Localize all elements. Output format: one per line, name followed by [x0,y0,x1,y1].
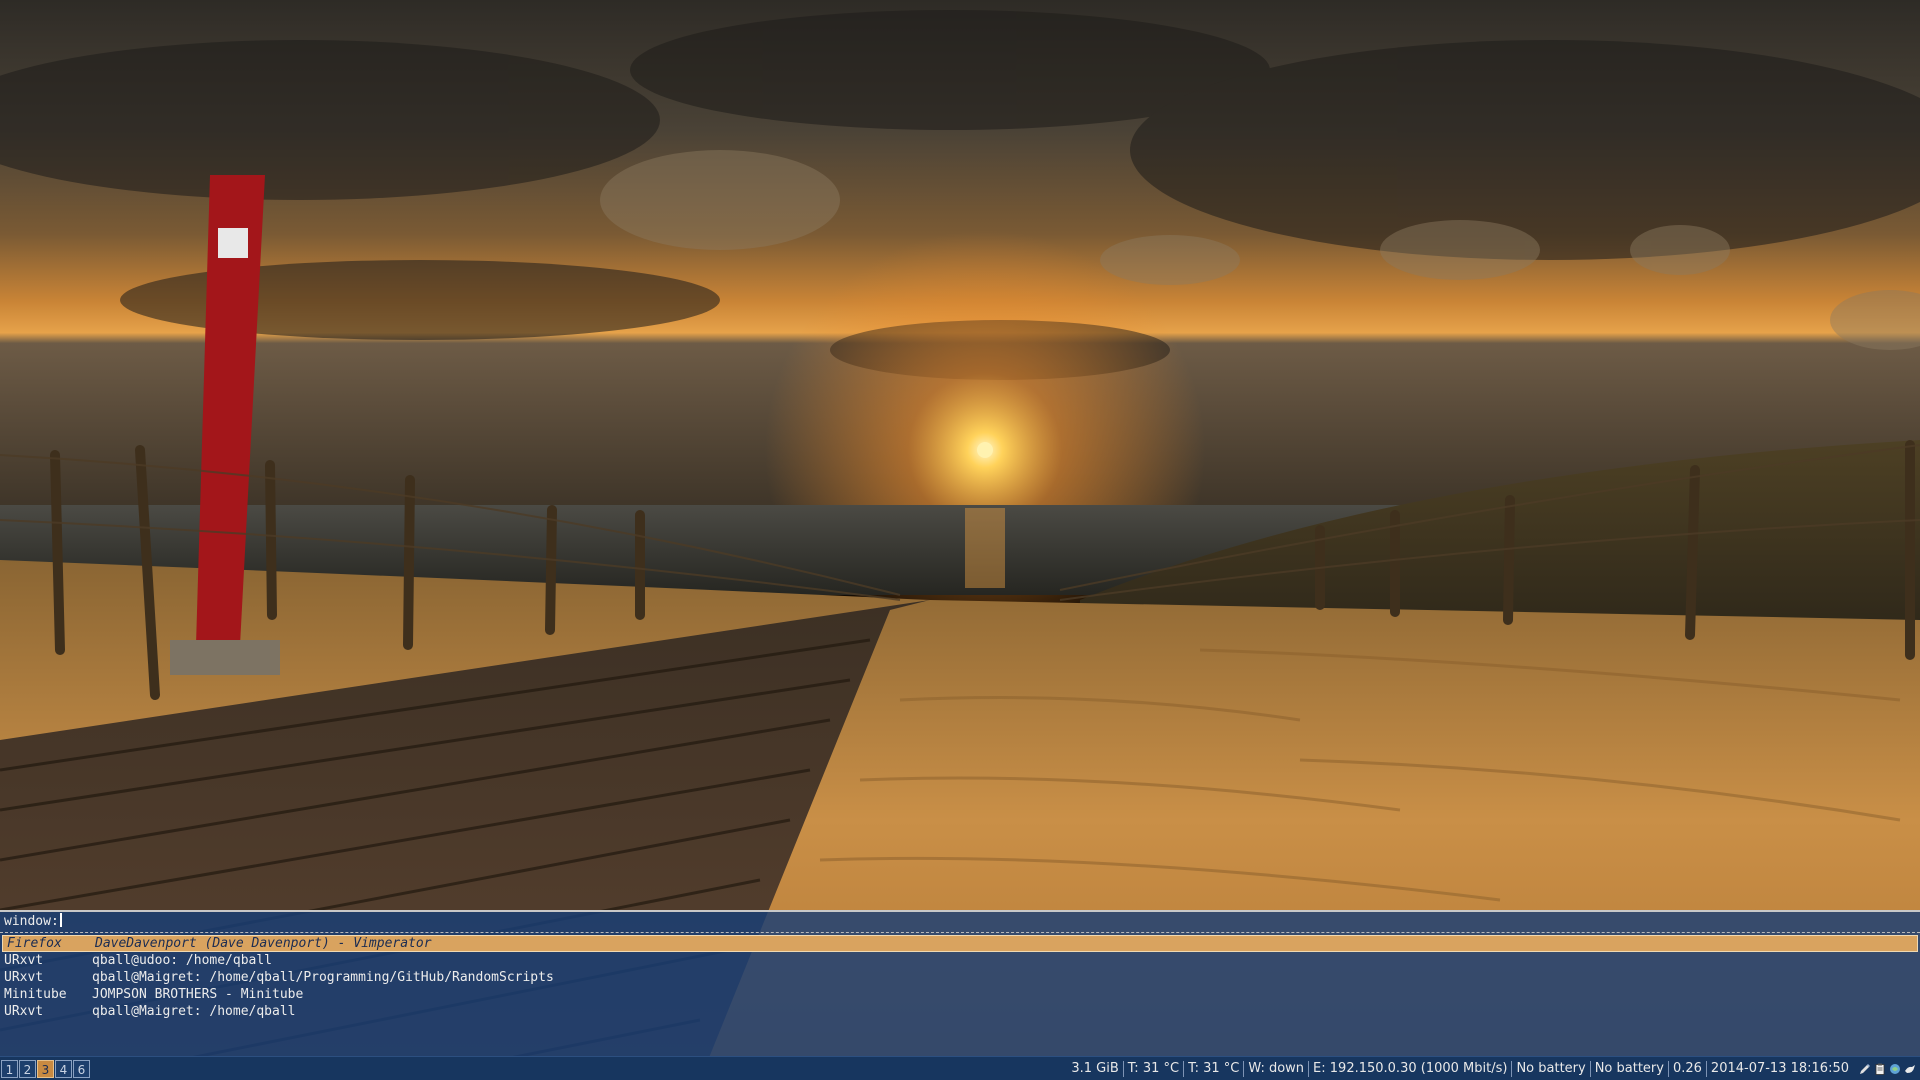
workspace-button-4[interactable]: 4 [55,1060,72,1078]
entry-class: Firefox [7,936,62,951]
entry-title: qball@Maigret: /home/qball [92,1004,296,1019]
entry-title: JOMPSON BROTHERS - Minitube [92,987,304,1002]
workspace-button-1[interactable]: 1 [1,1060,18,1078]
workspace-button-6[interactable]: 6 [73,1060,90,1078]
workspace-list: 1 2 3 4 6 [0,1060,90,1078]
entry-class: Minitube [4,987,67,1002]
switcher-entry-list: Firefox DaveDavenport (Dave Davenport) -… [0,935,1920,1020]
window-switcher: window: Firefox DaveDavenport (Dave Dave… [0,910,1920,1058]
switcher-entry[interactable]: URxvt qball@Maigret: /home/qball/Program… [0,969,1920,986]
temperature-status-2: T: 31 °C [1183,1061,1243,1077]
clipboard-icon[interactable] [1874,1063,1886,1075]
text-caret [59,913,62,927]
entry-class: URxvt [4,953,44,968]
entry-class: URxvt [4,970,44,985]
switcher-entry[interactable]: Firefox DaveDavenport (Dave Davenport) -… [2,935,1918,952]
ethernet-status: E: 192.150.0.30 (1000 Mbit/s) [1308,1061,1511,1077]
switcher-prompt-row[interactable]: window: [0,912,1920,933]
entry-title: qball@Maigret: /home/qball/Programming/G… [92,970,554,985]
memory-status: 3.1 GiB [1071,1061,1119,1076]
workspace-button-3[interactable]: 3 [37,1060,54,1078]
entry-class: URxvt [4,1004,44,1019]
status-blocks: 3.1 GiB T: 31 °C T: 31 °C W: down E: 192… [1067,1057,1920,1080]
status-bar: 1 2 3 4 6 3.1 GiB T: 31 °C T: 31 °C W: d… [0,1056,1920,1080]
load-status: 0.26 [1667,1061,1706,1077]
battery-status-2: No battery [1589,1061,1668,1077]
switcher-entry[interactable]: Minitube JOMPSON BROTHERS - Minitube [0,986,1920,1003]
entry-title: DaveDavenport (Dave Davenport) - Vimpera… [95,936,432,951]
desktop: window: Firefox DaveDavenport (Dave Dave… [0,0,1920,1080]
network-icon[interactable] [1889,1063,1901,1075]
workspace-button-2[interactable]: 2 [19,1060,36,1078]
pencil-icon[interactable] [1859,1063,1871,1075]
switcher-prompt-label: window: [4,914,59,929]
datetime-status: 2014-07-13 18:16:50 [1705,1061,1853,1077]
switcher-entry[interactable]: URxvt qball@udoo: /home/qball [0,952,1920,969]
battery-status-1: No battery [1511,1061,1589,1077]
switcher-entry[interactable]: URxvt qball@Maigret: /home/qball [0,1003,1920,1020]
bird-icon[interactable] [1904,1063,1916,1075]
entry-title: qball@udoo: /home/qball [92,953,273,968]
wireless-status: W: down [1243,1061,1308,1077]
temperature-status-1: T: 31 °C [1122,1061,1183,1077]
system-tray [1853,1063,1920,1075]
